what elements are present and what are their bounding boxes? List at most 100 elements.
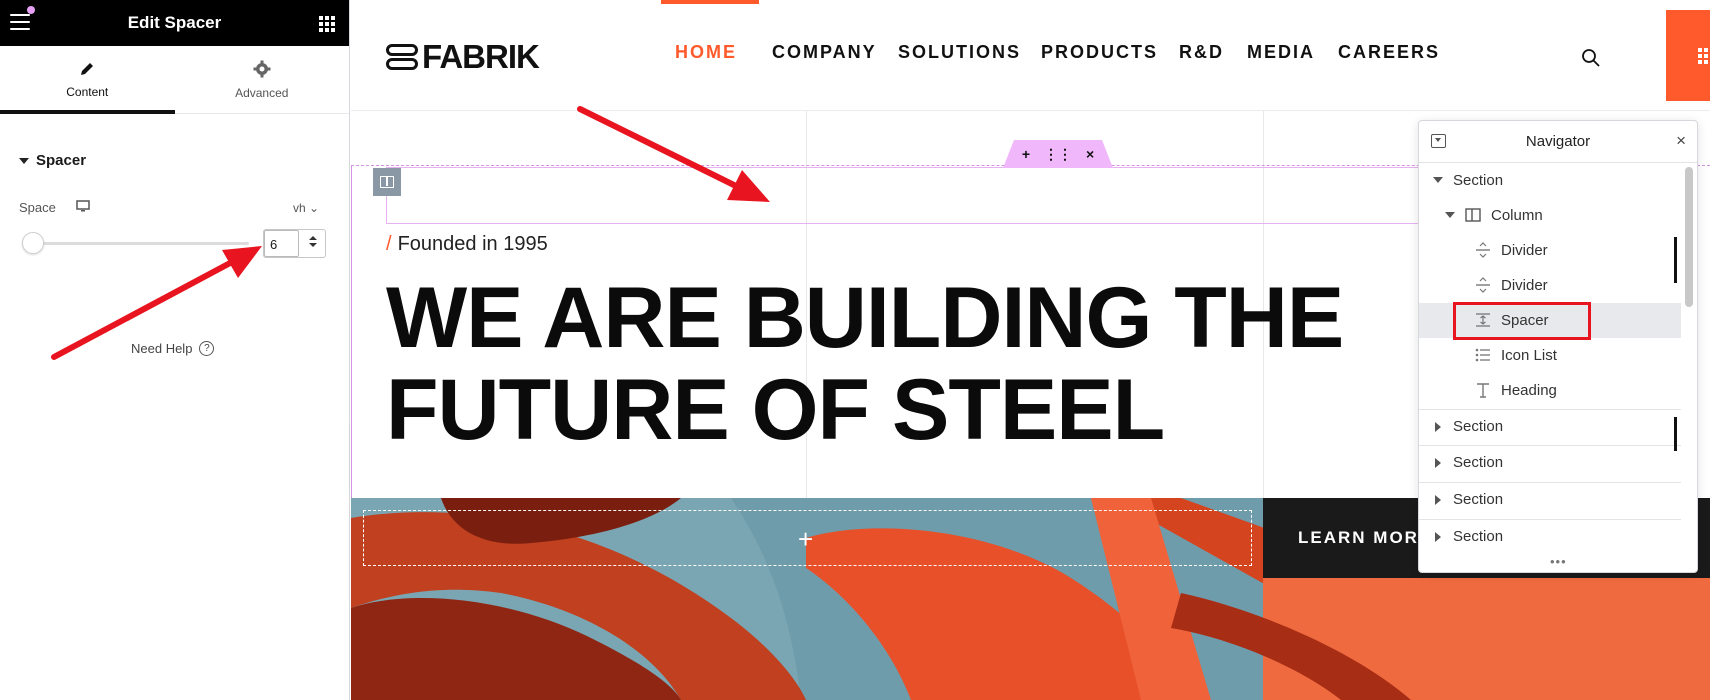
- nav-home[interactable]: HOME: [675, 42, 737, 63]
- logo-mark-icon: [386, 43, 418, 71]
- unit-value: vh: [293, 201, 306, 215]
- column-icon: [380, 176, 394, 188]
- nav-tree-label: Heading: [1501, 381, 1557, 399]
- tab-advanced-label: Advanced: [235, 85, 289, 100]
- nav-tree-label: Section: [1453, 171, 1504, 189]
- founded-label: Founded in 1995: [397, 233, 548, 255]
- desktop-icon[interactable]: [76, 199, 90, 213]
- panel-tabs: Content Advanced: [0, 46, 349, 114]
- nav-tree-divider[interactable]: Divider: [1419, 268, 1681, 303]
- screenshot-root: Edit Spacer Content Advanced Spacer Spac…: [0, 0, 1710, 700]
- nav-tree-label: Section: [1453, 418, 1504, 435]
- pencil-icon: [81, 62, 94, 75]
- caret-down-icon: [1445, 212, 1455, 218]
- tab-content-label: Content: [66, 84, 109, 99]
- space-slider-handle[interactable]: [22, 232, 44, 254]
- tab-content[interactable]: Content: [0, 46, 175, 114]
- navigator-panel: Navigator × Section Column Divider Divid…: [1418, 120, 1698, 573]
- close-icon[interactable]: ×: [1676, 131, 1686, 151]
- hero-line-1: WE ARE BUILDING THE: [386, 270, 1344, 366]
- caret-down-icon: [1433, 177, 1443, 183]
- caret-right-icon: [1435, 494, 1441, 505]
- add-section-icon[interactable]: +: [1022, 146, 1030, 162]
- caret-down-icon: [19, 157, 29, 164]
- nav-tree-label: Divider: [1501, 241, 1548, 259]
- search-icon[interactable]: [1581, 48, 1601, 68]
- editor-panel: Edit Spacer Content Advanced Spacer Spac…: [0, 0, 350, 700]
- delete-section-icon[interactable]: ×: [1086, 146, 1094, 162]
- site-logo[interactable]: FABRIK: [386, 38, 540, 76]
- space-number-input[interactable]: 6: [263, 229, 326, 258]
- nav-tree-label: Divider: [1501, 276, 1548, 294]
- heading-icon: [1477, 383, 1489, 398]
- founded-text: / Founded in 1995: [386, 233, 548, 256]
- nav-tree-section[interactable]: Section: [1419, 163, 1681, 198]
- navigator-title: Navigator: [1525, 133, 1591, 150]
- nav-tree-section[interactable]: Section: [1419, 409, 1681, 444]
- slash-accent: /: [386, 233, 392, 255]
- column-handle[interactable]: [373, 168, 401, 196]
- logo-text: FABRIK: [422, 38, 540, 75]
- nav-tree-heading[interactable]: Heading: [1419, 373, 1681, 408]
- widgets-grid-icon[interactable]: [319, 16, 335, 32]
- gear-icon: [253, 60, 271, 77]
- nav-tree-label: Icon List: [1501, 346, 1557, 364]
- section-title: Spacer: [36, 152, 87, 169]
- space-input-value[interactable]: 6: [264, 230, 299, 257]
- section-handle: + ⋮⋮ ×: [1003, 140, 1113, 168]
- resize-handle-icon[interactable]: •••: [1550, 554, 1567, 569]
- drag-section-icon[interactable]: ⋮⋮: [1044, 146, 1072, 163]
- nav-products[interactable]: PRODUCTS: [1041, 42, 1158, 63]
- scroll-marker: [1674, 237, 1677, 283]
- apps-menu-button[interactable]: [1666, 10, 1710, 101]
- spinner-icon[interactable]: [309, 236, 317, 250]
- caret-right-icon: [1435, 421, 1441, 432]
- spacer-widget[interactable]: [386, 167, 1432, 224]
- nav-company[interactable]: COMPANY: [772, 42, 877, 63]
- nav-tree-label: Section: [1453, 454, 1504, 471]
- nav-tree-section[interactable]: Section: [1419, 445, 1681, 480]
- divider-icon: [1476, 242, 1490, 258]
- nav-rnd[interactable]: R&D: [1179, 42, 1224, 63]
- space-control: Space vh ⌄: [0, 189, 349, 229]
- space-label: Space: [19, 200, 56, 215]
- apps-grid-icon: [1698, 48, 1710, 64]
- need-help-label: Need Help: [131, 341, 193, 356]
- unit-select[interactable]: vh ⌄: [293, 201, 319, 215]
- nav-tree-label: Section: [1453, 491, 1504, 508]
- column-icon: [1465, 208, 1481, 222]
- spacer-section-toggle[interactable]: Spacer: [0, 114, 349, 169]
- tab-advanced[interactable]: Advanced: [175, 46, 350, 113]
- caret-right-icon: [1435, 531, 1441, 542]
- annotation-highlight-box: [1453, 302, 1591, 340]
- site-header: FABRIK HOME COMPANY SOLUTIONS PRODUCTS R…: [351, 0, 1710, 111]
- menu-icon[interactable]: [10, 14, 30, 30]
- scroll-marker: [1674, 417, 1677, 451]
- navigator-scrollbar[interactable]: [1674, 167, 1693, 567]
- divider-icon: [1476, 277, 1490, 293]
- nav-media[interactable]: MEDIA: [1247, 42, 1315, 63]
- space-slider-track[interactable]: [25, 242, 249, 245]
- hero-line-2: FUTURE OF STEEL: [386, 362, 1165, 458]
- need-help-link[interactable]: Need Help ?: [131, 341, 215, 356]
- panel-title: Edit Spacer: [127, 13, 222, 32]
- nav-careers[interactable]: CAREERS: [1338, 42, 1440, 63]
- panel-header: Edit Spacer: [0, 0, 349, 46]
- caret-right-icon: [1435, 457, 1441, 468]
- scrollbar-thumb[interactable]: [1685, 167, 1693, 307]
- nav-tree-column[interactable]: Column: [1419, 198, 1681, 233]
- question-icon: ?: [199, 341, 215, 356]
- active-nav-indicator: [661, 0, 759, 4]
- notification-dot: [27, 6, 35, 14]
- navigator-header: Navigator ×: [1419, 121, 1697, 163]
- add-widget-icon[interactable]: +: [798, 524, 813, 555]
- nav-tree-label: Column: [1491, 206, 1543, 224]
- nav-tree-divider[interactable]: Divider: [1419, 233, 1681, 268]
- icon-list-icon: [1475, 348, 1490, 362]
- collapse-all-icon[interactable]: [1431, 134, 1446, 148]
- nav-tree-icon-list[interactable]: Icon List: [1419, 338, 1681, 373]
- nav-solutions[interactable]: SOLUTIONS: [898, 42, 1021, 63]
- nav-tree-label: Section: [1453, 528, 1504, 545]
- nav-tree-section[interactable]: Section: [1419, 519, 1681, 554]
- nav-tree-section[interactable]: Section: [1419, 482, 1681, 517]
